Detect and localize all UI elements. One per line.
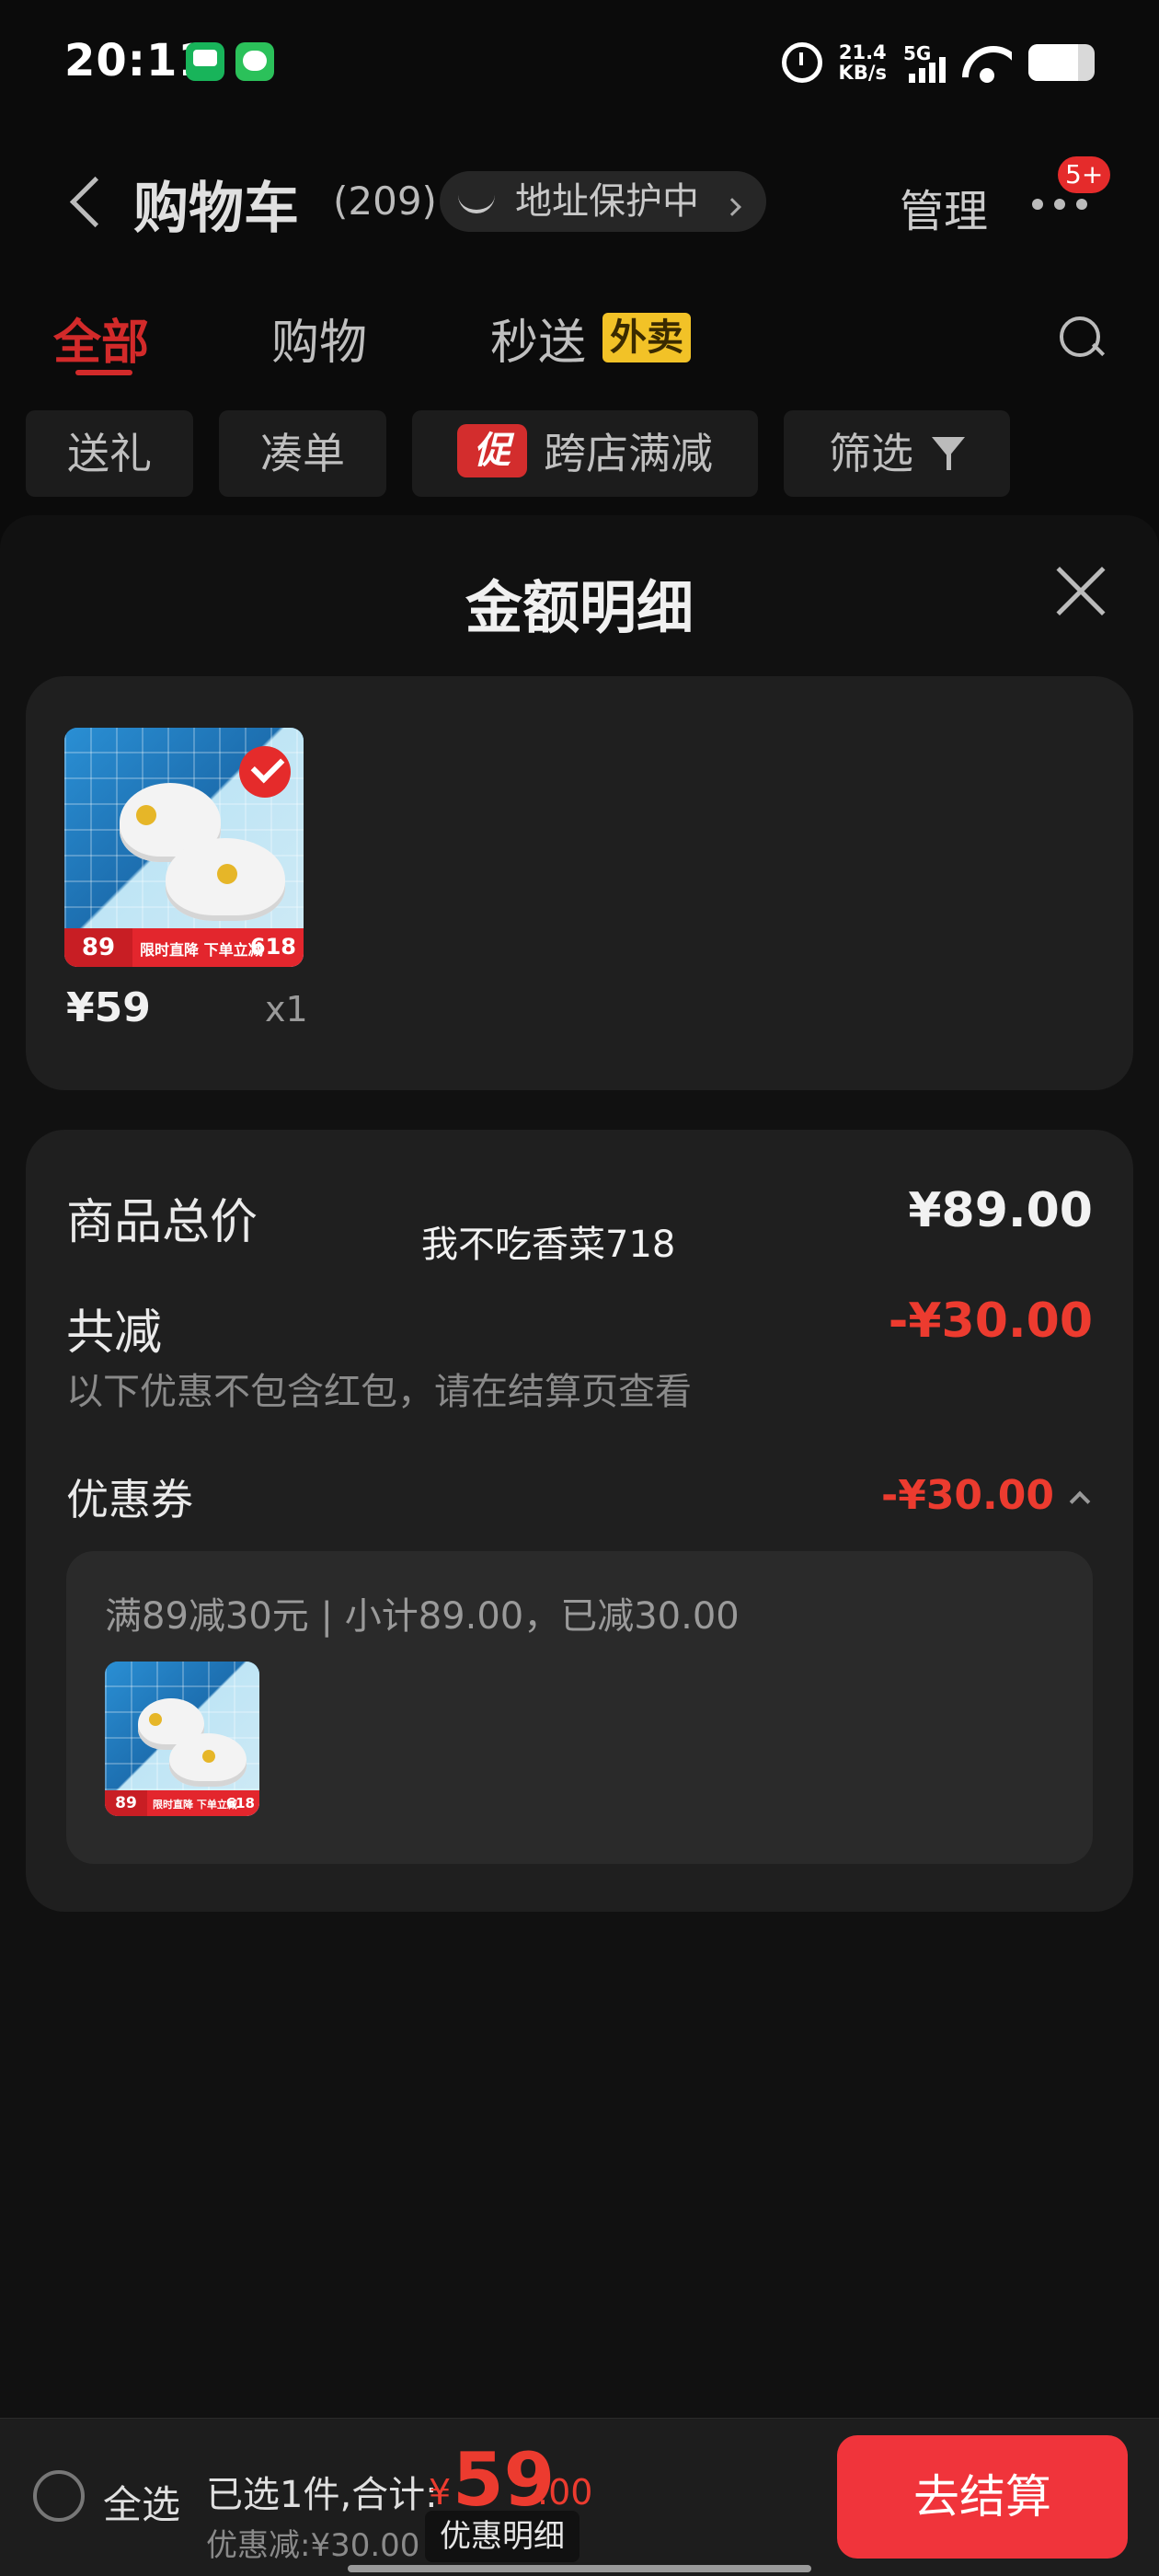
coupon-thumb-tag-left: 89 [105,1790,147,1816]
chip-filter[interactable]: 筛选 [784,410,1010,497]
cart-header: 购物车 (209) 地址保护中 管理 5+ [0,138,1159,267]
tab-express[interactable]: 秒送 [490,304,586,373]
back-icon[interactable] [64,171,101,236]
selected-items-card: 89 限时直降 下单立减 618 ¥59 x1 [26,676,1133,1090]
discount-label: 共减 [66,1305,163,1361]
coupon-description: 满89减30元 | 小计89.00，已减30.00 [105,1595,740,1638]
item-price: ¥59 [66,984,151,1031]
coupon-value: -¥30.00 [880,1472,1054,1519]
total-price-label: 商品总价 [66,1195,258,1250]
sheet-title: 金额明细 [465,574,694,641]
chip-cross-store-label: 跨店满减 [544,429,713,478]
battery-level [1028,44,1078,81]
thumb-tag-mid: 限时直降 下单立减 [140,941,263,959]
chip-bundle[interactable]: 凑单 [219,410,386,497]
total-amount-decimal: .00 [537,2472,593,2513]
checked-icon[interactable] [239,746,291,798]
item-quantity: x1 [265,989,308,1029]
discount-value: -¥30.00 [888,1294,1093,1349]
select-all-radio[interactable] [33,2470,85,2522]
tab-shopping[interactable]: 购物 [271,304,367,373]
net-speed-value: 21.4 [838,41,887,63]
coupon-thumb-tag-mid: 限时直降 下单立减 [153,1799,237,1811]
battery-icon [1028,44,1095,81]
wifi-icon [962,42,1012,83]
tab-active-indicator [75,370,132,375]
status-bar: 20:11 21.4 KB/s 5G [0,0,1159,124]
signal-icon: 5G [903,42,946,83]
address-protection-pill[interactable]: 地址保护中 [440,171,766,232]
product-thumbnail[interactable]: 89 限时直降 下单立减 618 [64,728,304,967]
takeout-badge: 外卖 [602,313,691,362]
discount-detail-button[interactable]: 优惠明细 [425,2511,580,2562]
filter-icon [932,437,965,470]
net-speed: 21.4 KB/s [839,42,887,83]
status-icons: 21.4 KB/s 5G [781,37,1095,88]
amount-detail-sheet: 金额明细 89 限时直降 下单立减 618 ¥59 x1 商品总价 ¥89.00… [0,515,1159,2576]
address-protection-label: 地址保护中 [515,180,699,223]
chevron-up-icon [1069,1490,1091,1512]
coupon-label: 优惠券 [66,1475,193,1524]
app-notification-icon [186,42,224,81]
more-icon[interactable] [1028,195,1093,213]
alarm-icon [781,42,822,83]
cart-tabs: 全部 购物 秒送 外卖 [0,294,1159,386]
shield-icon [458,190,495,213]
chevron-right-icon [722,198,741,216]
coupon-thumb-tag-right: 618 [225,1795,255,1811]
thumb-tag-left: 89 [64,928,132,967]
promo-tag: 促 [457,424,527,477]
coupon-detail-box: 满89减30元 | 小计89.00，已减30.00 89 限时直降 下单立减 6… [66,1551,1093,1864]
thumb-tag-right: 618 [249,934,296,960]
price-breakdown-card: 商品总价 ¥89.00 我不吃香菜718 共减 -¥30.00 以下优惠不包含红… [26,1130,1133,1912]
selection-summary: 已选1件,合计: [206,2474,438,2516]
total-price-value: ¥89.00 [908,1183,1093,1238]
total-currency: ¥ [429,2472,452,2513]
tab-all[interactable]: 全部 [53,304,149,373]
user-watermark: 我不吃香菜718 [421,1224,676,1266]
search-icon[interactable] [1056,313,1102,359]
chip-filter-label: 筛选 [829,429,913,478]
chip-cross-store-discount[interactable]: 促跨店满减 [412,410,758,497]
checkout-bar: 全选 已选1件,合计: ¥ 59 .00 优惠减:¥30.00 优惠明细 去结算 [0,2418,1159,2576]
discount-note: 以下优惠不包含红包，请在结算页查看 [66,1371,692,1413]
page-title: 购物车 [133,177,299,241]
close-icon[interactable] [1049,561,1109,622]
coupon-toggle[interactable]: -¥30.00 [880,1472,1091,1519]
message-badge: 5+ [1058,156,1111,193]
chip-gift[interactable]: 送礼 [26,410,193,497]
select-all-label[interactable]: 全选 [103,2474,180,2530]
cart-count: (209) [333,178,437,224]
net-speed-unit: KB/s [838,62,887,84]
manage-button[interactable]: 管理 [900,175,988,239]
home-indicator[interactable] [348,2565,811,2572]
wechat-notification-icon [235,42,274,81]
checkout-button[interactable]: 去结算 [837,2435,1128,2559]
discount-summary: 优惠减:¥30.00 [206,2527,420,2564]
coupon-product-thumbnail[interactable]: 89 限时直降 下单立减 618 [105,1662,259,1816]
